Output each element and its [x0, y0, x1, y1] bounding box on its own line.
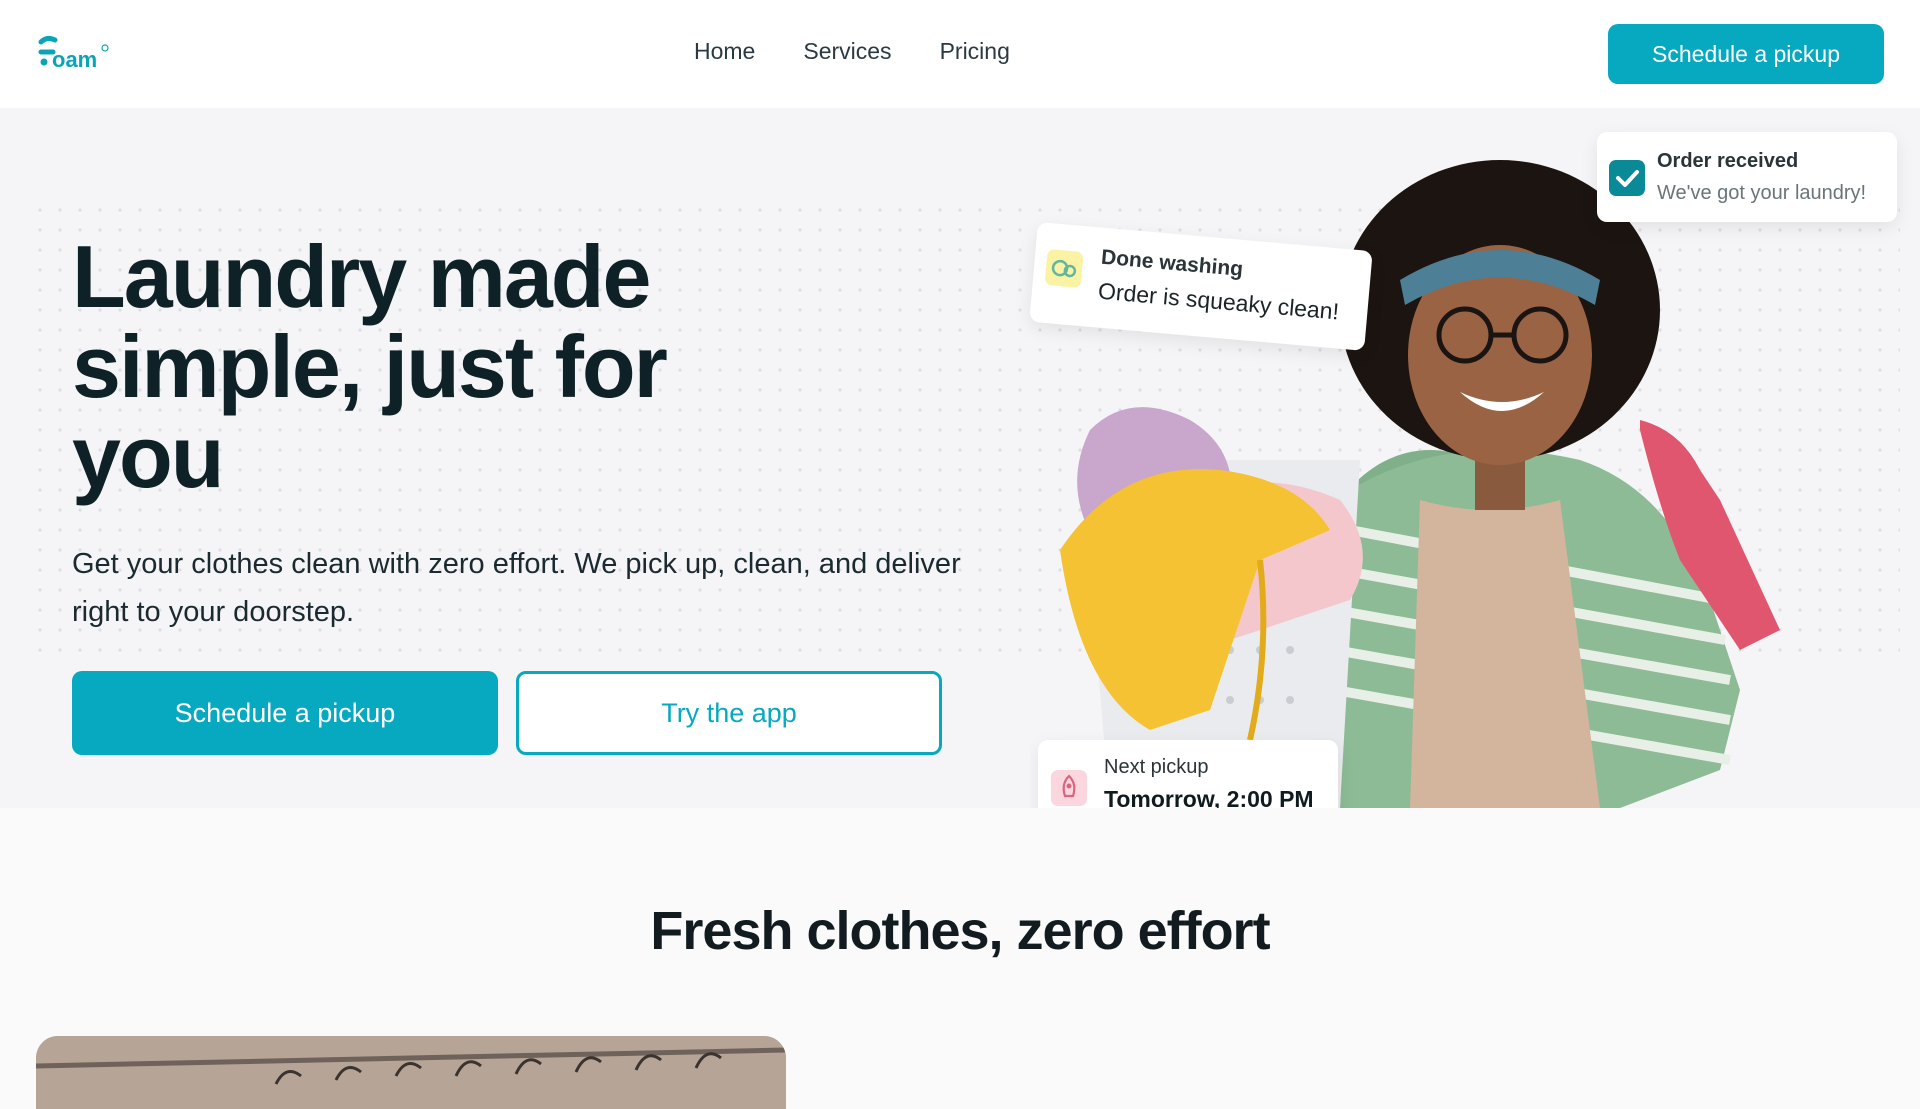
svg-text:oam: oam [52, 47, 97, 72]
clothes-rack-photo [36, 1036, 786, 1109]
next-pickup-card: Next pickup Tomorrow, 2:00 PM [1038, 740, 1338, 808]
pickup-card-time: Tomorrow, 2:00 PM [1104, 786, 1314, 808]
rocket-icon [1051, 770, 1087, 806]
nav-home[interactable]: Home [694, 38, 755, 65]
hero-subtitle: Get your clothes clean with zero effort.… [72, 548, 961, 628]
schedule-pickup-button[interactable]: Schedule a pickup [72, 671, 498, 755]
wash-card-subtitle: Order is squeaky clean! [1097, 277, 1341, 325]
nav-services[interactable]: Services [803, 38, 891, 65]
nav-pricing[interactable]: Pricing [940, 38, 1010, 65]
wash-card-title: Done washing [1100, 245, 1244, 282]
foam-logo[interactable]: oam [37, 34, 111, 74]
header-schedule-pickup-button[interactable]: Schedule a pickup [1608, 24, 1884, 84]
next-pickup-clip: Next pickup Tomorrow, 2:00 PM [1030, 730, 1360, 808]
order-received-card: Order received We've got your laundry! [1597, 132, 1897, 222]
check-icon [1609, 160, 1645, 196]
order-card-subtitle: We've got your laundry! [1657, 182, 1867, 204]
try-app-button[interactable]: Try the app [516, 671, 942, 755]
section-title: Fresh clothes, zero effort [650, 901, 1270, 961]
hero-title: Laundry made simple, just for you [72, 227, 668, 506]
bubbles-icon [1044, 248, 1084, 288]
pickup-card-title: Next pickup [1104, 756, 1209, 778]
site-header: oam Home Services Pricing Schedule a pic… [0, 0, 1920, 108]
order-card-title: Order received [1657, 150, 1799, 172]
main-nav: Home Services Pricing [694, 38, 1010, 65]
